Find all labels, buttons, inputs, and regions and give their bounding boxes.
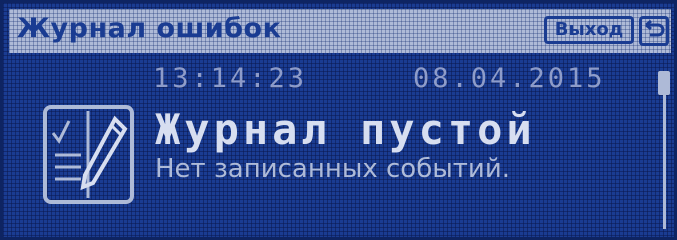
current-date: 08.04.2015 bbox=[413, 63, 606, 94]
page-title: Журнал ошибок bbox=[17, 13, 282, 44]
no-events-text: Нет записанных событий. bbox=[155, 154, 510, 184]
lcd-screen: Журнал ошибок Выход 13:14:23 08.04.2015 … bbox=[0, 0, 677, 240]
clock-time: 13:14:23 bbox=[153, 63, 308, 94]
exit-button[interactable]: Выход bbox=[544, 16, 634, 44]
scroll-track bbox=[663, 79, 666, 229]
scroll-thumb[interactable] bbox=[658, 71, 670, 95]
log-book-pencil-icon bbox=[41, 103, 136, 206]
scrollbar[interactable] bbox=[658, 71, 670, 231]
return-arrow-icon[interactable] bbox=[639, 16, 669, 46]
empty-log-headline: Журнал пустой bbox=[155, 105, 536, 154]
title-bar: Журнал ошибок Выход bbox=[9, 9, 671, 53]
